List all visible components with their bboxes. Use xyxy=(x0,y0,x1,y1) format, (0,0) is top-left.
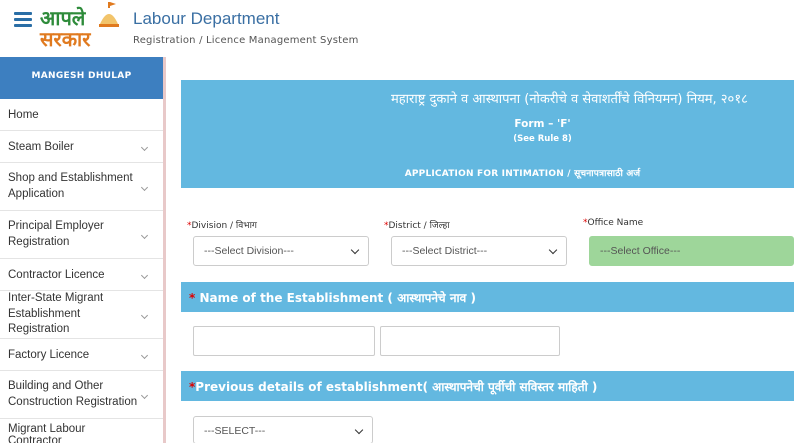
form-title-marathi: महाराष्ट्र दुकाने व आस्थापना (नोकरीचे व … xyxy=(391,92,748,107)
dome-icon xyxy=(99,2,119,27)
chevron-down-icon xyxy=(140,311,149,319)
office-name-label: *Office Name xyxy=(583,218,644,228)
sidebar-item-label: Steam Boiler xyxy=(8,140,74,153)
application-title: APPLICATION FOR INTIMATION / सूचनापत्रास… xyxy=(404,169,641,179)
chevron-down-icon xyxy=(140,271,149,279)
main-content: महाराष्ट्र दुकाने व आस्थापना (नोकरीचे व … xyxy=(181,80,794,443)
logo-line2: सरकार xyxy=(40,27,91,51)
hamburger-menu-icon[interactable] xyxy=(14,12,32,30)
sidebar-item-building-construction[interactable]: Building and Other Construction Registra… xyxy=(0,371,163,419)
office-select[interactable]: ---Select Office--- xyxy=(589,236,794,266)
rule-reference: (See Rule 8) xyxy=(513,134,572,144)
sidebar-item-label: Migrant Labour Contractor xyxy=(8,422,86,443)
sidebar-item-shop-establishment[interactable]: Shop and Establishment Application xyxy=(0,163,163,211)
form-name: Form – 'F' xyxy=(514,118,571,130)
sidebar-item-label: Building and Other Construction Registra… xyxy=(8,379,138,408)
chevron-down-icon xyxy=(140,183,149,191)
establishment-name-section: * Name of the Establishment ( आस्थापनेचे… xyxy=(181,282,794,312)
district-label: *District / जिल्हा xyxy=(384,221,450,231)
chevron-down-icon xyxy=(140,143,149,151)
chevron-down-icon xyxy=(140,391,149,399)
chevron-down-icon xyxy=(354,425,364,435)
chevron-down-icon xyxy=(140,351,149,359)
sidebar-item-label: Principal Employer Registration xyxy=(8,219,104,248)
aaple-sarkar-logo[interactable]: आपले सरकार xyxy=(40,2,122,52)
sidebar-item-label: Contractor Licence xyxy=(8,268,105,281)
system-subtitle: Registration / Licence Management System xyxy=(133,35,359,46)
sidebar-item-principal-employer[interactable]: Principal Employer Registration xyxy=(0,211,163,259)
department-title: Labour Department xyxy=(133,9,280,28)
sidebar-item-factory-licence[interactable]: Factory Licence xyxy=(0,339,163,371)
division-label: *Division / विभाग xyxy=(187,221,257,231)
form-header-banner: महाराष्ट्र दुकाने व आस्थापना (नोकरीचे व … xyxy=(181,80,794,188)
establishment-name-input-1[interactable] xyxy=(193,326,375,356)
previous-details-section: *Previous details of establishment( आस्थ… xyxy=(181,371,794,401)
sidebar-item-inter-state-migrant[interactable]: Inter-State Migrant Establishment Regist… xyxy=(0,291,163,339)
sidebar-item-steam-boiler[interactable]: Steam Boiler xyxy=(0,131,163,163)
sidebar-item-label: Shop and Establishment Application xyxy=(8,171,133,200)
establishment-name-input-2[interactable] xyxy=(380,326,560,356)
chevron-down-icon xyxy=(140,231,149,239)
chevron-down-icon xyxy=(548,245,558,255)
sidebar-item-label: Home xyxy=(8,108,39,121)
division-select[interactable]: ---Select Division--- xyxy=(193,236,369,266)
sidebar-item-home[interactable]: Home xyxy=(0,99,163,131)
sidebar-item-label: Inter-State Migrant Establishment Regist… xyxy=(8,292,104,336)
chevron-down-icon xyxy=(350,245,360,255)
app-header: आपले सरकार Labour Department Registratio… xyxy=(0,0,794,55)
sidebar-item-label: Factory Licence xyxy=(8,348,90,361)
user-name-banner: MANGESH DHULAP xyxy=(0,57,163,99)
previous-details-select[interactable]: ---SELECT--- xyxy=(193,416,373,443)
district-select[interactable]: ---Select District--- xyxy=(391,236,567,266)
logo-line1: आपले xyxy=(40,6,86,30)
sidebar-item-contractor-licence[interactable]: Contractor Licence xyxy=(0,259,163,291)
sidebar: MANGESH DHULAP Home Steam Boiler Shop an… xyxy=(0,57,166,443)
sidebar-item-migrant-labour-contractor[interactable]: Migrant Labour Contractor xyxy=(0,419,163,443)
